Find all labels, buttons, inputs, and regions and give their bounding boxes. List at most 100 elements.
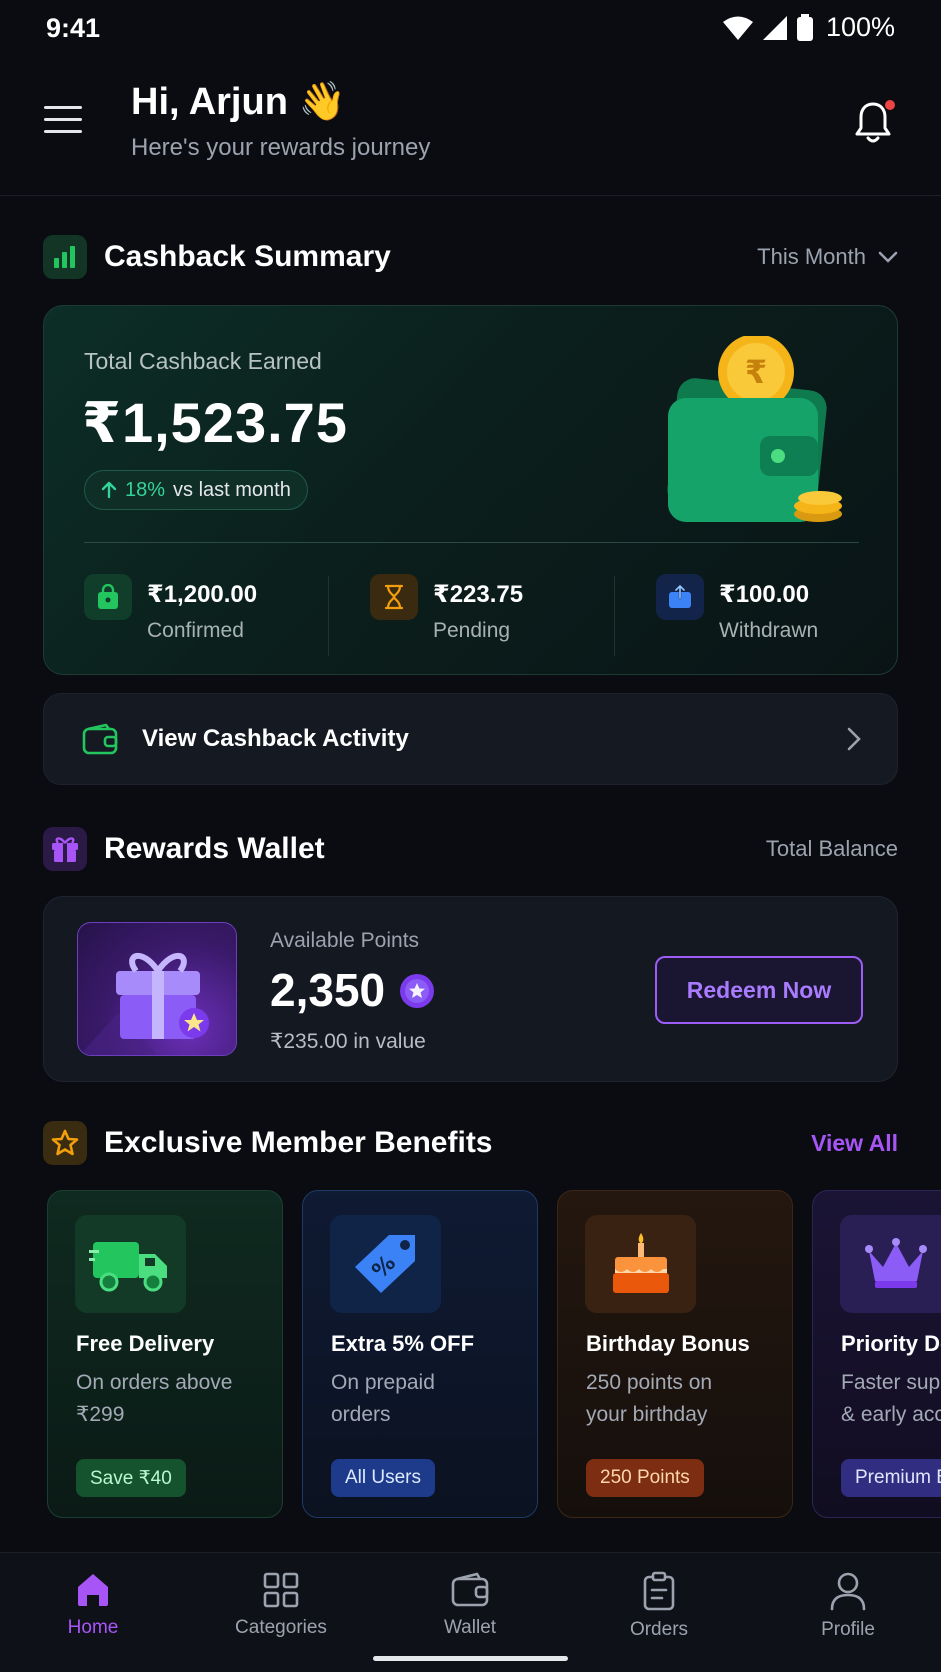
nav-categories[interactable]: Categories [211,1571,351,1651]
app-header: Hi, Arjun 👋 Here's your rewards journey [0,60,941,196]
wallet-coin-illustration-icon: ₹ [667,336,842,522]
wallet-icon [451,1572,489,1607]
rewards-section-header: Rewards Wallet Total Balance [43,826,898,872]
bar-chart-icon [43,235,87,279]
benefit-description: 250 points on your birthday [586,1371,713,1426]
total-balance-label: Total Balance [765,836,898,861]
benefit-tag: All Users [331,1459,436,1497]
status-bar: 9:41 100% [0,0,941,60]
withdraw-icon [656,574,704,620]
wallet-outline-icon [82,723,118,755]
benefit-description: Faster support & early access [841,1371,941,1426]
signal-icon [762,15,787,40]
home-icon [78,1574,108,1606]
benefit-card-birthday-bonus[interactable]: Birthday Bonus 250 points on your birthd… [557,1190,793,1518]
stat-divider [328,576,329,656]
view-cashback-activity-button[interactable]: View Cashback Activity [43,693,898,785]
benefits-section-header: Exclusive Member Benefits View All [43,1120,898,1166]
total-cashback-amount: ₹1,523.75 [82,391,348,454]
bottom-navigation: Home Categories Wallet Orders Profile [0,1552,941,1672]
cashback-section-title: Cashback Summary [104,240,391,273]
period-label: This Month [757,244,866,269]
confirmed-label: Confirmed [147,619,244,642]
benefits-carousel[interactable]: Free Delivery On orders above ₹299 Save … [0,1190,941,1520]
nav-orders[interactable]: Orders [589,1571,729,1651]
points-value-text: ₹235.00 in value [270,1030,426,1053]
available-points-label: Available Points [270,929,420,952]
change-badge: 18% vs last month [84,470,308,510]
available-points-value: 2,350 [270,964,386,1016]
crown-icon [840,1215,941,1313]
confirmed-value: ₹1,200.00 [147,581,258,608]
view-activity-label: View Cashback Activity [142,725,409,752]
benefit-card-priority[interactable]: Priority Delivery Faster support & early… [812,1190,941,1518]
grid-icon [263,1572,299,1608]
view-all-link[interactable]: View All [811,1130,898,1157]
chevron-down-icon [878,251,898,263]
benefit-title: Extra 5% OFF [331,1331,475,1356]
cashback-summary-card: Total Cashback Earned ₹1,523.75 18% vs l… [43,305,898,675]
clipboard-icon [643,1571,675,1611]
chevron-right-icon [847,727,861,751]
wifi-icon [722,16,753,40]
star-badge-icon [400,974,434,1008]
benefit-title: Priority Delivery [841,1331,941,1356]
nav-label: Wallet [443,1617,497,1638]
home-indicator[interactable] [373,1656,568,1661]
status-time: 9:41 [46,13,101,43]
benefit-tag: Save ₹40 [76,1459,186,1497]
withdrawn-value: ₹100.00 [719,581,810,608]
greeting-title: Hi, Arjun 👋 [131,81,346,123]
cashback-section-header: Cashback Summary This Month [43,234,898,280]
notification-bell-icon[interactable] [853,100,895,146]
discount-tag-icon: % [330,1215,441,1313]
benefit-tag: 250 Points [586,1459,704,1497]
change-text: vs last month [173,478,291,501]
stat-pending: ₹223.75 Pending [370,574,523,644]
status-icons: 100% [722,12,895,43]
benefit-card-free-delivery[interactable]: Free Delivery On orders above ₹299 Save … [47,1190,283,1518]
benefits-section-title: Exclusive Member Benefits [104,1126,493,1159]
pending-label: Pending [433,619,511,642]
stat-divider [614,576,615,656]
redeem-now-button[interactable]: Redeem Now [655,956,863,1024]
nav-label: Home [67,1617,119,1638]
benefit-tag: Premium Benefit [841,1459,941,1497]
hamburger-menu-icon[interactable] [44,106,82,136]
shopping-bag-icon [84,574,132,620]
benefit-card-extra-off[interactable]: % Extra 5% OFF On prepaid orders All Use… [302,1190,538,1518]
hourglass-icon [370,574,418,620]
nav-label: Categories [235,1617,327,1638]
truck-icon [75,1215,186,1313]
notification-dot [885,100,895,110]
arrow-up-icon [101,481,117,499]
withdrawn-label: Withdrawn [719,619,819,642]
greeting-subtitle: Here's your rewards journey [131,134,431,161]
stat-confirmed: ₹1,200.00 Confirmed [84,574,257,644]
battery-percent: 100% [825,12,895,42]
stat-withdrawn: ₹100.00 Withdrawn [656,574,818,644]
pending-value: ₹223.75 [433,581,524,608]
change-percent: 18% [125,478,166,501]
benefit-title: Free Delivery [76,1331,215,1356]
battery-icon [796,13,813,41]
total-cashback-label: Total Cashback Earned [84,348,322,374]
nav-profile[interactable]: Profile [778,1571,918,1651]
user-icon [830,1572,866,1611]
gift-box-illustration-icon [77,922,237,1056]
nav-wallet[interactable]: Wallet [400,1571,540,1651]
rewards-wallet-card: Available Points 2,350 ₹235.00 in value … [43,896,898,1082]
star-icon [43,1121,87,1165]
period-dropdown[interactable]: This Month [757,244,898,270]
benefit-title: Birthday Bonus [586,1331,750,1356]
cake-icon [585,1215,696,1313]
benefit-description: On orders above ₹299 [76,1371,233,1426]
nav-home[interactable]: Home [23,1571,163,1651]
svg-text:₹: ₹ [745,353,767,391]
nav-label: Profile [821,1619,875,1640]
nav-label: Orders [629,1619,689,1640]
card-divider [84,542,859,543]
gift-icon [43,827,87,871]
benefit-description: On prepaid orders [331,1371,435,1426]
rewards-section-title: Rewards Wallet [104,832,325,865]
